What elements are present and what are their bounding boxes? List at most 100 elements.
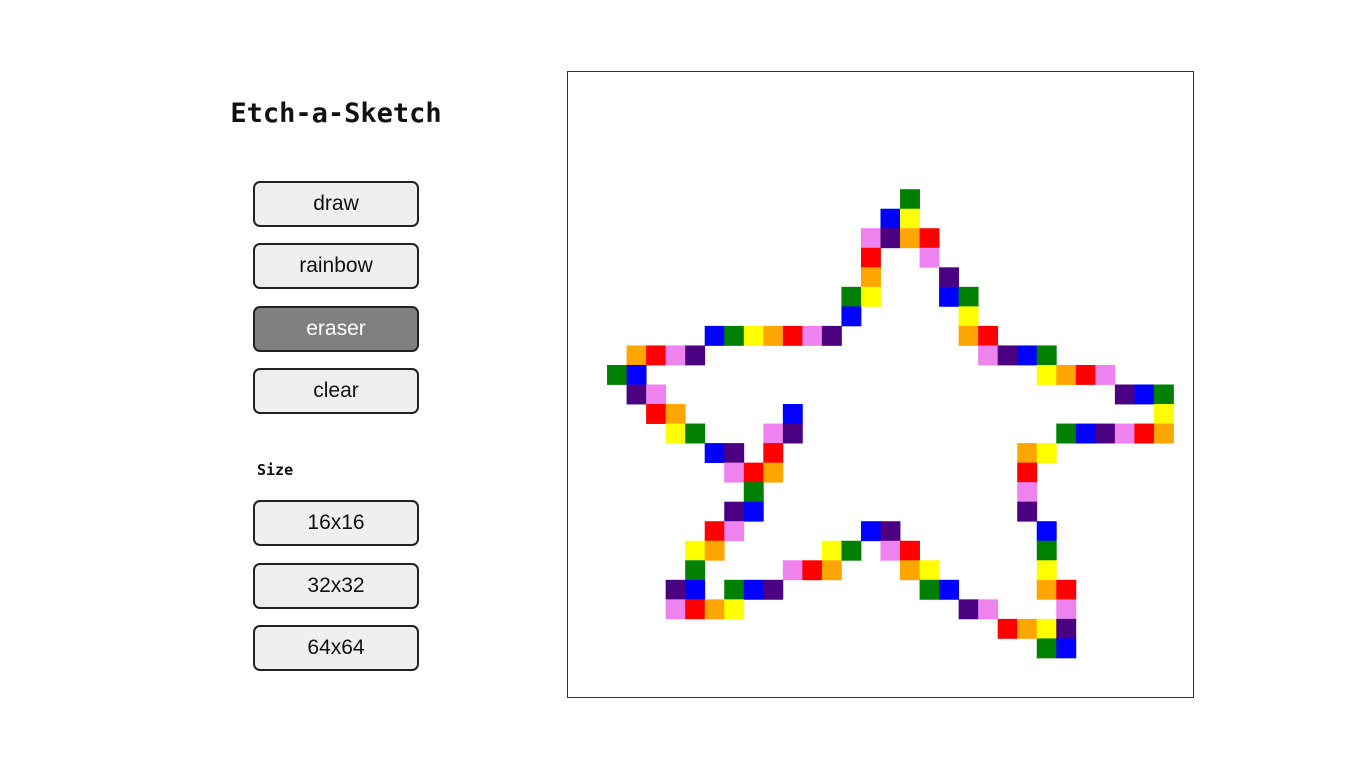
grid-cell[interactable]: [1114, 384, 1135, 405]
grid-cell[interactable]: [646, 404, 667, 424]
grid-cell[interactable]: [743, 501, 764, 522]
grid-cell[interactable]: [1153, 423, 1174, 444]
grid-cell[interactable]: [900, 208, 920, 229]
grid-cell[interactable]: [1017, 443, 1038, 464]
grid-cell[interactable]: [841, 306, 862, 327]
grid-cell[interactable]: [900, 228, 920, 249]
size-32x32-button[interactable]: 32x32: [253, 563, 419, 609]
grid-cell[interactable]: [724, 599, 745, 620]
grid-cell[interactable]: [860, 267, 881, 288]
grid-cell[interactable]: [1153, 384, 1174, 405]
draw-button[interactable]: draw: [253, 181, 419, 227]
grid-cell[interactable]: [685, 560, 706, 581]
grid-cell[interactable]: [821, 540, 842, 561]
grid-cell[interactable]: [724, 325, 745, 346]
grid-cell[interactable]: [900, 560, 920, 581]
grid-cell[interactable]: [900, 540, 920, 561]
grid-cell[interactable]: [782, 325, 803, 346]
grid-cell[interactable]: [743, 462, 764, 483]
grid-cell[interactable]: [665, 579, 686, 600]
grid-cell[interactable]: [665, 345, 686, 366]
grid-cell[interactable]: [1056, 364, 1077, 385]
grid-cell[interactable]: [665, 599, 686, 620]
grid-cell[interactable]: [724, 443, 745, 464]
grid-cell[interactable]: [1017, 482, 1038, 503]
grid-cell[interactable]: [919, 560, 940, 581]
grid-cell[interactable]: [802, 325, 823, 346]
grid-cell[interactable]: [1036, 560, 1057, 581]
sketch-board[interactable]: [567, 71, 1194, 698]
grid-cell[interactable]: [607, 364, 627, 385]
grid-cell[interactable]: [1036, 364, 1057, 385]
grid-cell[interactable]: [1036, 638, 1057, 659]
grid-cell[interactable]: [958, 286, 979, 307]
rainbow-button[interactable]: rainbow: [253, 243, 419, 289]
grid-cell[interactable]: [646, 384, 667, 405]
grid-cell[interactable]: [880, 521, 901, 542]
grid-cell[interactable]: [763, 423, 784, 444]
grid-cell[interactable]: [919, 228, 940, 249]
grid-cell[interactable]: [939, 267, 960, 288]
grid-cell[interactable]: [1036, 443, 1057, 464]
grid-cell[interactable]: [1095, 364, 1116, 385]
grid-cell[interactable]: [782, 423, 803, 444]
grid-cell[interactable]: [997, 618, 1018, 639]
grid-cell[interactable]: [958, 325, 979, 346]
grid-cell[interactable]: [1036, 521, 1057, 542]
grid-cell[interactable]: [978, 345, 999, 366]
grid-cell[interactable]: [1017, 501, 1038, 522]
grid-cell[interactable]: [1056, 599, 1077, 620]
grid-cell[interactable]: [1017, 345, 1038, 366]
grid-cell[interactable]: [685, 540, 706, 561]
grid-cell[interactable]: [743, 579, 764, 600]
grid-cell[interactable]: [724, 579, 745, 600]
grid-cell[interactable]: [1056, 638, 1077, 659]
grid-cell[interactable]: [860, 521, 881, 542]
grid-cell[interactable]: [978, 599, 999, 620]
grid-cell[interactable]: [724, 521, 745, 542]
grid-cell[interactable]: [685, 599, 706, 620]
grid-cell[interactable]: [1075, 364, 1096, 385]
grid-cell[interactable]: [704, 521, 725, 542]
grid-cell[interactable]: [919, 247, 940, 268]
grid-cell[interactable]: [821, 560, 842, 581]
grid-cell[interactable]: [860, 247, 881, 268]
grid-cell[interactable]: [763, 325, 784, 346]
grid-cell[interactable]: [1036, 540, 1057, 561]
grid-cell[interactable]: [841, 286, 862, 307]
grid-cell[interactable]: [860, 286, 881, 307]
grid-cell[interactable]: [626, 364, 647, 385]
grid-cell[interactable]: [704, 540, 725, 561]
grid-cell[interactable]: [939, 286, 960, 307]
grid-cell[interactable]: [665, 404, 686, 424]
grid-cell[interactable]: [704, 325, 725, 346]
grid-cell[interactable]: [1114, 423, 1135, 444]
grid-cell[interactable]: [685, 579, 706, 600]
grid-cell[interactable]: [880, 540, 901, 561]
grid-cell[interactable]: [704, 599, 725, 620]
grid-cell[interactable]: [1056, 423, 1077, 444]
grid-cell[interactable]: [646, 345, 667, 366]
size-16x16-button[interactable]: 16x16: [253, 500, 419, 546]
grid-cell[interactable]: [724, 501, 745, 522]
grid-cell[interactable]: [958, 599, 979, 620]
grid-cell[interactable]: [1017, 618, 1038, 639]
grid-cell[interactable]: [880, 228, 901, 249]
grid-cell[interactable]: [860, 228, 881, 249]
grid-cell[interactable]: [1134, 384, 1155, 405]
clear-button[interactable]: clear: [253, 368, 419, 414]
grid-cell[interactable]: [802, 560, 823, 581]
grid-cell[interactable]: [900, 189, 920, 210]
grid-cell[interactable]: [1036, 579, 1057, 600]
grid-cell[interactable]: [1075, 423, 1096, 444]
grid-cell[interactable]: [978, 325, 999, 346]
grid-cell[interactable]: [1056, 618, 1077, 639]
grid-cell[interactable]: [763, 579, 784, 600]
grid-cell[interactable]: [1134, 423, 1155, 444]
grid-cell[interactable]: [1153, 404, 1174, 424]
grid-cell[interactable]: [841, 540, 862, 561]
grid-cell[interactable]: [997, 345, 1018, 366]
grid-cell[interactable]: [685, 423, 706, 444]
grid-cell[interactable]: [1017, 462, 1038, 483]
grid-cell[interactable]: [1036, 345, 1057, 366]
